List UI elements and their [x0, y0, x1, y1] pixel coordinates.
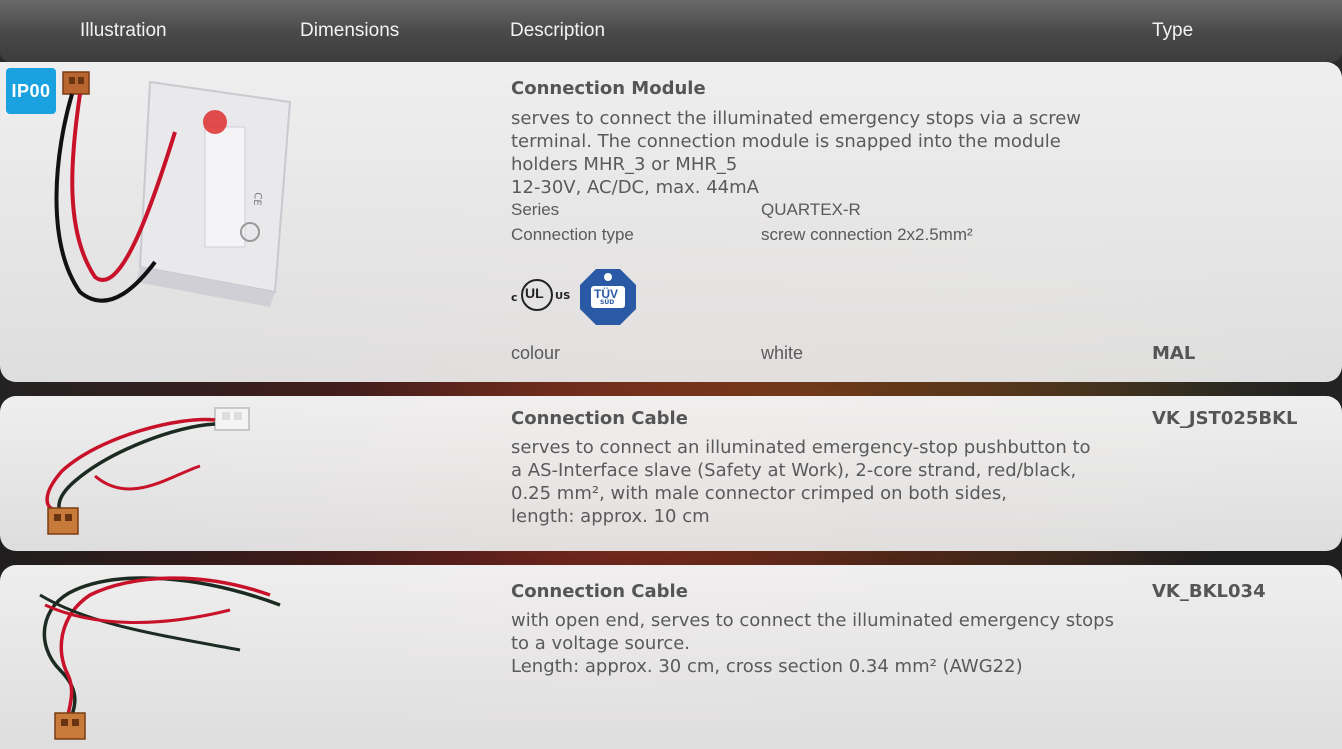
row2-desc-line: length: approx. 10 cm	[511, 506, 710, 527]
ul-certification-icon: c UL US	[511, 277, 573, 313]
row3-title: Connection Cable	[511, 581, 688, 602]
row1-description: serves to connect the illuminated emerge…	[511, 107, 1131, 199]
ul-text: UL	[525, 285, 544, 301]
header-type: Type	[1152, 20, 1194, 41]
colour-label: colour	[511, 343, 561, 363]
ul-us: US	[555, 291, 571, 302]
table-header: Illustration Dimensions Description Type	[0, 0, 1342, 62]
header-illustration: Illustration	[80, 20, 167, 41]
connection-cable-short-image	[0, 396, 310, 551]
product-row-connection-module: CE Connection Module serves to connect t…	[0, 62, 1342, 382]
row3-description: with open end, serves to connect the ill…	[511, 609, 1131, 678]
row1-desc-line: serves to connect the illuminated emerge…	[511, 108, 1082, 129]
row3-desc-line: Length: approx. 30 cm, cross section 0.3…	[511, 656, 1023, 677]
row2-desc-line: 0.25 mm², with male connector crimped on…	[511, 483, 1007, 504]
header-dimensions: Dimensions	[300, 20, 400, 41]
tuv-certification-icon: TÜV SÜD	[579, 268, 637, 326]
row3-type: VK_BKL034	[1152, 581, 1266, 602]
cable-long-icon	[39, 576, 281, 740]
connection-cable-long-image	[0, 565, 310, 749]
row1-title: Connection Module	[511, 78, 706, 99]
tuv-sub-text: SÜD	[600, 299, 615, 306]
cable-short-icon	[45, 407, 250, 535]
spec-value-connection-type: screw connection 2x2.5mm²	[761, 225, 973, 244]
header-description: Description	[510, 20, 606, 41]
spec-label-series: Series	[511, 200, 560, 219]
row2-desc-line: serves to connect an illuminated emergen…	[511, 437, 1091, 458]
row3-desc-line: with open end, serves to connect the ill…	[511, 610, 1114, 631]
row2-type: VK_JST025BKL	[1152, 408, 1298, 429]
row1-desc-line: holders MHR_3 or MHR_5	[511, 154, 738, 175]
ul-c: c	[511, 291, 518, 304]
product-row-connection-cable-jst: Connection Cable serves to connect an il…	[0, 396, 1342, 551]
spec-label-connection-type: Connection type	[511, 225, 634, 244]
product-row-connection-cable-open-end: Connection Cable with open end, serves t…	[0, 565, 1342, 749]
spec-value-series: QUARTEX-R	[761, 200, 861, 219]
row2-description: serves to connect an illuminated emergen…	[511, 436, 1131, 528]
row2-title: Connection Cable	[511, 408, 688, 429]
ip-rating-badge: IP00	[6, 68, 56, 114]
row1-desc-line: terminal. The connection module is snapp…	[511, 131, 1061, 152]
row1-desc-line: 12-30V, AC/DC, max. 44mA	[511, 177, 759, 198]
svg-text:CE: CE	[251, 192, 263, 206]
row1-type: MAL	[1152, 343, 1196, 364]
colour-value: white	[761, 343, 804, 363]
row2-desc-line: a AS-Interface slave (Safety at Work), 2…	[511, 460, 1077, 481]
row3-desc-line: to a voltage source.	[511, 633, 691, 654]
